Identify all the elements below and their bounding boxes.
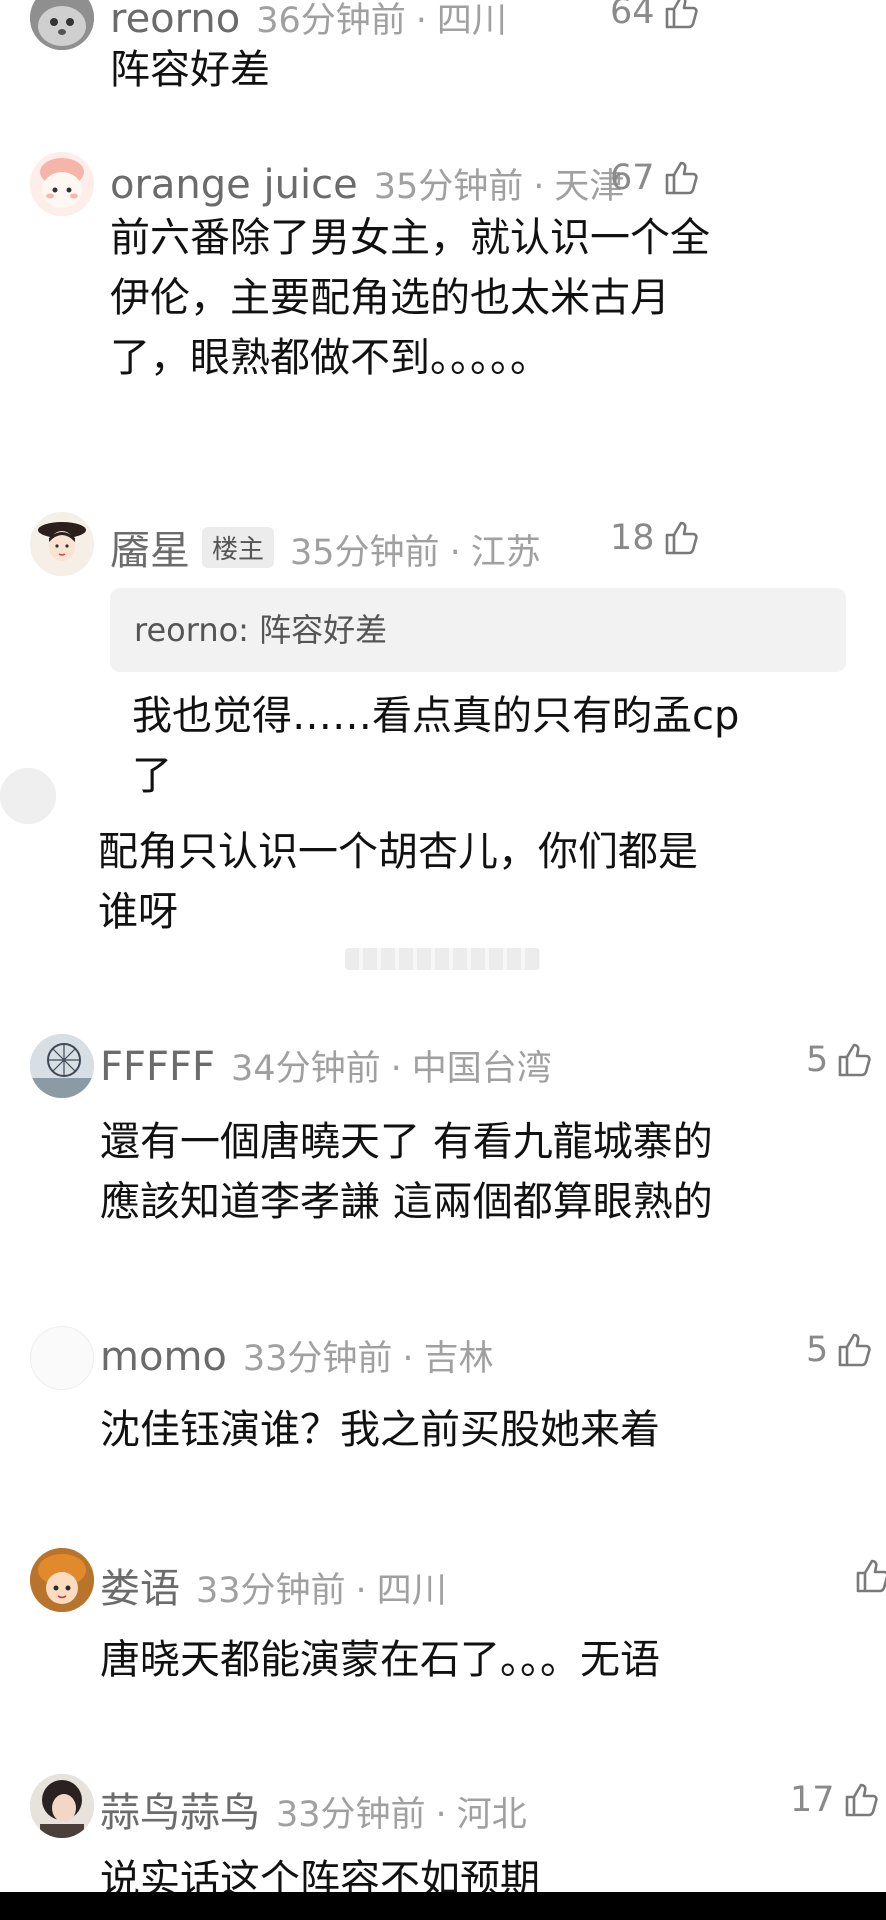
- like-button[interactable]: 5: [806, 1040, 874, 1080]
- comment-meta: 靥星 楼主 35分钟前 · 江苏: [110, 518, 541, 576]
- comment-text: 還有一個唐曉天了 有看九龍城寨的 應該知道李孝謙 這兩個都算眼熟的: [100, 1119, 713, 1225]
- like-button[interactable]: 17: [790, 1780, 881, 1820]
- separator-dot: ·: [415, 1, 427, 41]
- avatar-icon: [0, 768, 56, 824]
- like-button[interactable]: 18: [610, 518, 701, 558]
- illustrated-avatar-icon: [30, 512, 94, 576]
- username[interactable]: momo: [100, 1334, 227, 1380]
- cartoon-avatar-icon: [30, 152, 94, 216]
- separator-dot: ·: [355, 1571, 367, 1611]
- comment-time: 33分钟前: [196, 1571, 346, 1611]
- separator-dot: ·: [533, 167, 545, 207]
- comment-meta: reorno 36分钟前 · 四川: [110, 0, 507, 43]
- comment-meta: 蒜鸟蒜鸟 33分钟前 · 河北: [100, 1780, 527, 1838]
- like-count: 5: [806, 1040, 829, 1080]
- comment-location: 四川: [436, 1, 507, 41]
- separator-dot: ·: [449, 533, 461, 573]
- anime-avatar-icon: [30, 1548, 94, 1612]
- comment-meta: FFFFF 34分钟前 · 中国台湾: [100, 1040, 552, 1091]
- ferris-wheel-avatar-icon: [30, 1034, 94, 1098]
- avatar[interactable]: [30, 152, 94, 216]
- comment-meta: 娄语 33分钟前 · 四川: [100, 1556, 447, 1614]
- like-button[interactable]: 5: [806, 1330, 874, 1370]
- thumb-up-icon: [856, 1559, 886, 1593]
- username[interactable]: orange juice: [110, 162, 358, 208]
- username[interactable]: 靥星: [110, 518, 190, 576]
- thumb-up-icon: [838, 1043, 871, 1077]
- comment-time: 33分钟前: [276, 1795, 426, 1835]
- thumb-up-icon: [665, 0, 698, 29]
- comment-location: 吉林: [423, 1339, 494, 1379]
- portrait-avatar-icon: [30, 1774, 94, 1838]
- like-count: 17: [790, 1780, 835, 1820]
- like-button[interactable]: [846, 1556, 886, 1596]
- avatar[interactable]: [30, 1548, 94, 1612]
- thumb-up-icon: [665, 161, 698, 195]
- like-button[interactable]: 67: [610, 158, 701, 198]
- avatar[interactable]: [30, 1034, 94, 1098]
- comment-time: 35分钟前: [373, 167, 524, 207]
- comment-location: 中国台湾: [411, 1049, 552, 1089]
- thumb-up-icon: [665, 521, 698, 555]
- quoted-reply[interactable]: reorno: 阵容好差: [110, 588, 846, 672]
- username[interactable]: FFFFF: [100, 1044, 215, 1090]
- comment-text: 唐晓天都能演蒙在石了。。。无语: [100, 1637, 660, 1683]
- comment-location: 四川: [376, 1571, 447, 1611]
- like-button[interactable]: 64: [610, 0, 701, 32]
- separator-dot: ·: [390, 1049, 402, 1089]
- comment-time: 36分钟前: [256, 1, 406, 41]
- comment-text: 配角只认识一个胡杏儿，你们都是 谁呀: [98, 829, 698, 935]
- comment-text: 我也觉得……看点真的只有昀孟cp 了: [132, 693, 740, 799]
- separator-dot: ·: [435, 1795, 447, 1835]
- avatar[interactable]: [30, 1326, 94, 1390]
- thumb-up-icon: [845, 1783, 878, 1817]
- avatar[interactable]: [30, 0, 94, 50]
- comment-list: reorno 36分钟前 · 四川 64 阵容好差 orange juice 3…: [0, 0, 886, 1920]
- cat-avatar-icon: [30, 0, 94, 50]
- obscured-text: [345, 948, 540, 970]
- blank-avatar-icon: [31, 1327, 93, 1389]
- like-count: 5: [806, 1330, 829, 1370]
- separator-dot: ·: [402, 1339, 414, 1379]
- comment-time: 35分钟前: [290, 533, 440, 573]
- comment-time: 33分钟前: [242, 1339, 393, 1379]
- comment-meta: momo 33分钟前 · 吉林: [100, 1330, 494, 1381]
- comment-location: 河北: [456, 1795, 527, 1835]
- comment-location: 江苏: [470, 533, 541, 573]
- username[interactable]: 蒜鸟蒜鸟: [100, 1780, 260, 1838]
- comment-text: 沈佳钰演谁？我之前买股她来着: [100, 1407, 660, 1453]
- like-count: 67: [610, 158, 655, 198]
- comment-meta: orange juice 35分钟前 · 天津: [110, 158, 624, 209]
- thumb-up-icon: [838, 1333, 871, 1367]
- avatar[interactable]: [30, 1774, 94, 1838]
- username[interactable]: reorno: [110, 0, 240, 42]
- username[interactable]: 娄语: [100, 1556, 180, 1614]
- avatar[interactable]: [0, 768, 56, 824]
- like-count: 64: [610, 0, 655, 32]
- comment-text: 阵容好差: [110, 47, 270, 93]
- op-badge: 楼主: [202, 527, 275, 568]
- bottom-edge-bar: [0, 1892, 886, 1920]
- like-count: 18: [610, 518, 655, 558]
- comment-time: 34分钟前: [231, 1049, 381, 1089]
- comment-text: 前六番除了男女主，就认识一个全 伊伦，主要配角选的也太米古月 了，眼熟都做不到。…: [110, 215, 710, 381]
- avatar[interactable]: [30, 512, 94, 576]
